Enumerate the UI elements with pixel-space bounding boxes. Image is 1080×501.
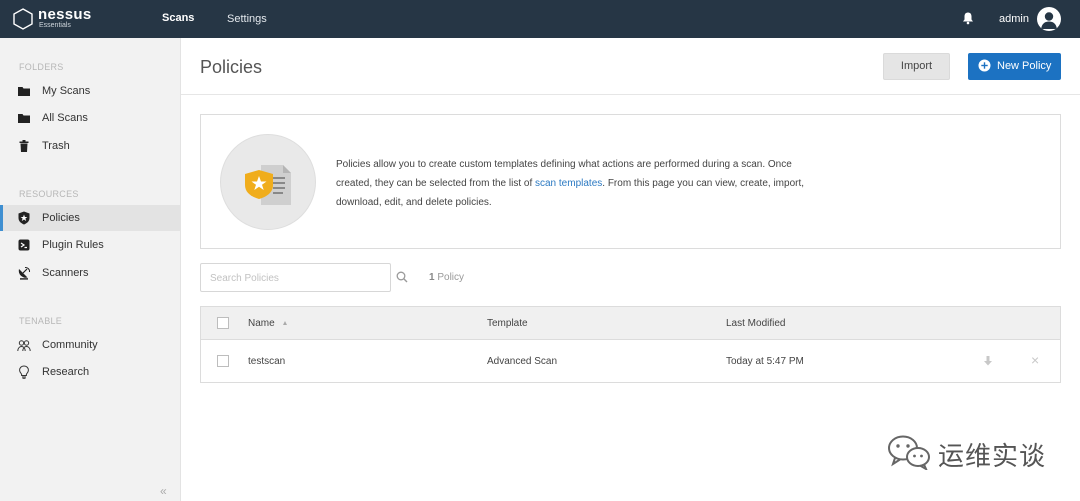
user-avatar[interactable]: [1037, 7, 1061, 31]
sidebar-item-label: Research: [42, 366, 90, 378]
policy-count-number: 1: [429, 272, 435, 283]
policy-count-label: Policy: [437, 272, 465, 283]
sidebar-item-trash[interactable]: Trash: [0, 133, 180, 159]
policies-table: Name Template Last Modified testscan Adv…: [200, 306, 1061, 383]
main-content: Policies Import New Policy Policies allo…: [181, 38, 1080, 501]
table-header-row: Name Template Last Modified: [201, 307, 1060, 340]
watermark-text: 运维实谈: [938, 441, 1047, 471]
sidebar-section-resources: RESOURCES: [19, 189, 79, 199]
top-navigation-bar: nessus Essentials Scans Settings admin: [0, 0, 1080, 38]
header-divider: [181, 94, 1080, 95]
delete-icon[interactable]: ×: [1031, 353, 1039, 367]
sidebar-item-plugin-rules[interactable]: Plugin Rules: [0, 232, 180, 258]
sidebar-item-research[interactable]: Research: [0, 359, 180, 385]
new-policy-label: New Policy: [997, 60, 1052, 72]
policy-count: 1 Policy: [429, 272, 464, 283]
shield-icon: [18, 211, 30, 225]
sort-ascending-icon: [283, 321, 287, 325]
sidebar-item-community[interactable]: Community: [0, 332, 180, 358]
logo-edition: Essentials: [39, 22, 71, 29]
nav-scans[interactable]: Scans: [162, 12, 194, 24]
sidebar-item-label: Policies: [42, 212, 80, 224]
row-checkbox[interactable]: [217, 355, 229, 367]
user-silhouette-icon: [1041, 12, 1057, 29]
username[interactable]: admin: [999, 13, 1029, 25]
lightbulb-icon: [19, 365, 29, 379]
satellite-dish-icon: [18, 266, 31, 280]
sidebar-item-all-scans[interactable]: All Scans: [0, 105, 180, 131]
trash-icon: [19, 140, 29, 152]
plugin-icon: [18, 239, 30, 251]
plus-circle-icon: [978, 59, 991, 72]
sidebar-item-policies[interactable]: Policies: [0, 205, 180, 231]
logo-name: nessus: [38, 6, 92, 23]
search-input[interactable]: [210, 271, 370, 285]
sidebar-collapse-button[interactable]: «: [160, 484, 167, 498]
search-icon[interactable]: [396, 271, 408, 283]
folder-icon: [18, 114, 30, 123]
sidebar-item-scanners[interactable]: Scanners: [0, 260, 180, 286]
sidebar-item-label: Plugin Rules: [42, 239, 104, 251]
table-row[interactable]: testscan Advanced Scan Today at 5:47 PM …: [201, 340, 1060, 382]
policies-description: Policies allow you to create custom temp…: [336, 155, 826, 212]
policy-document-icon: [245, 165, 291, 205]
people-icon: [17, 340, 31, 352]
sidebar-item-my-scans[interactable]: My Scans: [0, 78, 180, 104]
import-button[interactable]: Import: [883, 53, 950, 80]
column-header-last-modified[interactable]: Last Modified: [726, 318, 785, 329]
policy-illustration: [220, 134, 316, 230]
search-policies-box: [200, 263, 408, 292]
column-header-template[interactable]: Template: [487, 318, 528, 329]
sidebar-section-folders: FOLDERS: [19, 62, 64, 72]
bell-icon[interactable]: [961, 11, 975, 25]
scan-templates-link[interactable]: scan templates: [535, 178, 602, 189]
policy-last-modified: Today at 5:47 PM: [726, 356, 804, 367]
download-icon[interactable]: [983, 355, 993, 367]
policy-template: Advanced Scan: [487, 356, 558, 367]
folder-icon: [18, 87, 30, 96]
wechat-logo-icon: [888, 435, 930, 470]
nav-settings[interactable]: Settings: [227, 13, 267, 25]
sidebar-item-label: All Scans: [42, 112, 88, 124]
new-policy-button[interactable]: New Policy: [968, 53, 1061, 80]
page-title: Policies: [200, 57, 263, 77]
sidebar-item-label: Community: [42, 339, 98, 351]
logo-hexagon-icon: [13, 8, 33, 30]
select-all-checkbox[interactable]: [217, 317, 229, 329]
sidebar-item-label: Trash: [42, 140, 70, 152]
policies-info-panel: Policies allow you to create custom temp…: [200, 114, 1061, 249]
sidebar: FOLDERS My Scans All Scans Trash RESOURC…: [0, 38, 181, 501]
policy-name: testscan: [248, 356, 286, 367]
sidebar-section-tenable: TENABLE: [19, 316, 63, 326]
column-header-name[interactable]: Name: [248, 318, 275, 329]
sidebar-item-label: Scanners: [42, 267, 89, 279]
sidebar-item-label: My Scans: [42, 85, 91, 97]
nessus-logo[interactable]: nessus Essentials: [12, 6, 97, 32]
